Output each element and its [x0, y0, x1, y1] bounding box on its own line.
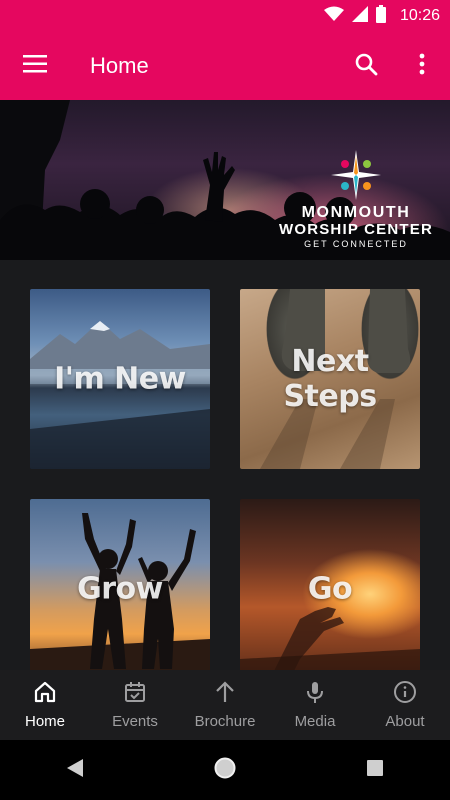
nav-item-media[interactable]: Media — [270, 670, 360, 740]
battery-icon — [375, 4, 386, 28]
page-title: Home — [90, 53, 149, 78]
bottom-navigation: Home Events Brochure Media About — [0, 670, 450, 740]
church-logo: MONMOUTH WORSHIP CENTER GET CONNECTED — [276, 150, 436, 249]
more-vert-icon — [419, 53, 425, 80]
home-icon — [33, 680, 57, 709]
signal-icon — [351, 5, 368, 27]
nav-item-brochure[interactable]: Brochure — [180, 670, 270, 740]
status-time: 10:26 — [399, 7, 440, 24]
tile-next-steps[interactable]: Next Steps — [240, 289, 420, 469]
tile-label: Go — [307, 571, 353, 607]
tile-grow[interactable]: Grow — [30, 499, 210, 670]
menu-button[interactable] — [0, 32, 70, 100]
calendar-icon — [123, 680, 147, 709]
cross-logo-mark — [331, 150, 381, 200]
status-icons: 10:26 — [323, 4, 440, 28]
home-circle-icon — [213, 756, 237, 785]
tile-go[interactable]: Go — [240, 499, 420, 670]
nav-item-events[interactable]: Events — [90, 670, 180, 740]
tile-label: Grow — [77, 571, 163, 607]
arrow-up-icon — [213, 680, 237, 709]
search-button[interactable] — [338, 32, 394, 100]
nav-label-about: About — [385, 713, 425, 730]
tile-im-new[interactable]: I'm New — [30, 289, 210, 469]
nav-label-media: Media — [294, 713, 336, 730]
microphone-icon — [303, 680, 327, 709]
nav-label-events: Events — [112, 713, 158, 730]
nav-label-brochure: Brochure — [194, 713, 256, 730]
nav-label-home: Home — [24, 713, 65, 730]
system-home-button[interactable] — [195, 740, 255, 800]
info-icon — [393, 680, 417, 709]
recents-button[interactable] — [345, 740, 405, 800]
system-navigation-bar — [0, 740, 450, 800]
wifi-icon — [323, 6, 344, 27]
tile-label: Next Steps — [283, 344, 377, 414]
menu-icon — [23, 54, 47, 78]
recents-icon — [367, 759, 383, 781]
tile-label: I'm New — [54, 361, 186, 397]
app-actions — [338, 32, 450, 100]
back-button[interactable] — [45, 740, 105, 800]
back-icon — [67, 758, 83, 782]
app-bar: Home — [0, 32, 450, 100]
tile-grid: I'm New Next Steps Grow Go — [0, 260, 450, 670]
logo-line-1: MONMOUTH — [301, 204, 411, 221]
nav-item-home[interactable]: Home — [0, 670, 90, 740]
search-icon — [354, 52, 378, 81]
logo-tagline: GET CONNECTED — [304, 239, 408, 249]
hero-banner: MONMOUTH WORSHIP CENTER GET CONNECTED — [0, 100, 450, 260]
logo-line-2: WORSHIP CENTER — [278, 221, 434, 238]
status-bar: 10:26 — [0, 0, 450, 32]
more-options-button[interactable] — [394, 32, 450, 100]
nav-item-about[interactable]: About — [360, 670, 450, 740]
